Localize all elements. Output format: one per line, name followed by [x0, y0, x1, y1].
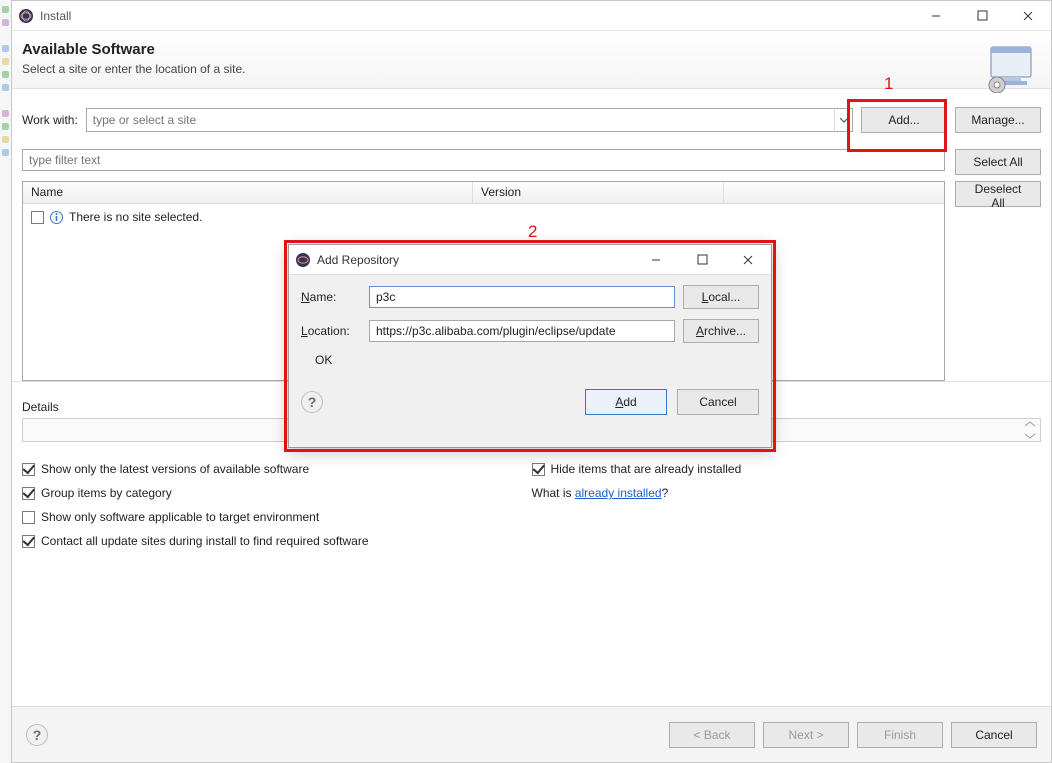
repo-name-input[interactable]: [369, 286, 675, 308]
list-header: Name Version: [23, 182, 944, 204]
info-icon: [50, 211, 63, 224]
row-checkbox[interactable]: [31, 211, 44, 224]
modal-maximize-button[interactable]: [679, 245, 725, 275]
close-button[interactable]: [1005, 1, 1051, 31]
work-with-combo[interactable]: [86, 108, 853, 132]
ide-gutter: [0, 0, 11, 763]
add-site-button[interactable]: Add...: [861, 107, 947, 133]
window-title: Install: [40, 9, 913, 23]
checkbox-icon[interactable]: [22, 511, 35, 524]
cancel-button[interactable]: Cancel: [951, 722, 1037, 748]
repo-location-row: Location: Archive...: [301, 319, 759, 343]
checkbox-icon[interactable]: [22, 535, 35, 548]
manage-sites-button[interactable]: Manage...: [955, 107, 1041, 133]
wizard-image-icon: [985, 45, 1037, 98]
work-with-label: Work with:: [22, 113, 78, 127]
maximize-button[interactable]: [959, 1, 1005, 31]
opt-group-category[interactable]: Group items by category: [22, 486, 532, 500]
eclipse-icon: [18, 8, 34, 24]
repo-name-row: Name: Local...: [301, 285, 759, 309]
opt-latest-versions[interactable]: Show only the latest versions of availab…: [22, 462, 532, 476]
spinner-icon[interactable]: [1022, 420, 1038, 440]
options-section: Show only the latest versions of availab…: [12, 448, 1051, 562]
deselect-all-button[interactable]: Deselect All: [955, 181, 1041, 207]
work-with-input[interactable]: [87, 109, 834, 131]
finish-button[interactable]: Finish: [857, 722, 943, 748]
help-icon[interactable]: ?: [26, 724, 48, 746]
list-empty-text: There is no site selected.: [69, 210, 202, 224]
filter-input[interactable]: [22, 149, 945, 171]
modal-close-button[interactable]: [725, 245, 771, 275]
modal-titlebar: Add Repository: [289, 245, 771, 275]
checkbox-icon[interactable]: [22, 487, 35, 500]
opt-contact-sites[interactable]: Contact all update sites during install …: [22, 534, 532, 548]
options-left: Show only the latest versions of availab…: [22, 462, 532, 548]
page-title: Available Software: [22, 41, 1035, 58]
checkbox-icon[interactable]: [532, 463, 545, 476]
local-button[interactable]: Local...: [683, 285, 759, 309]
whatis-row: What is already installed?: [532, 486, 1042, 500]
opt-target-env[interactable]: Show only software applicable to target …: [22, 510, 532, 524]
header-band: Available Software Select a site or ente…: [12, 31, 1051, 89]
work-with-row: Work with: Add... Manage...: [12, 89, 1051, 143]
modal-title: Add Repository: [317, 253, 633, 267]
modal-status-text: OK: [301, 353, 759, 377]
chevron-down-icon[interactable]: [834, 109, 852, 131]
minimize-button[interactable]: [913, 1, 959, 31]
col-version[interactable]: Version: [473, 182, 724, 203]
list-empty-row: There is no site selected.: [31, 210, 936, 224]
wizard-button-bar: ? < Back Next > Finish Cancel: [12, 706, 1051, 762]
options-right: Hide items that are already installed Wh…: [532, 462, 1042, 548]
modal-minimize-button[interactable]: [633, 245, 679, 275]
repo-location-label: Location:: [301, 324, 361, 338]
repo-location-input[interactable]: [369, 320, 675, 342]
checkbox-icon[interactable]: [22, 463, 35, 476]
eclipse-icon: [295, 252, 311, 268]
already-installed-link[interactable]: already installed: [575, 486, 662, 500]
modal-add-button[interactable]: Add: [585, 389, 667, 415]
select-all-button[interactable]: Select All: [955, 149, 1041, 175]
titlebar: Install: [12, 1, 1051, 31]
next-button[interactable]: Next >: [763, 722, 849, 748]
col-name[interactable]: Name: [23, 182, 473, 203]
page-subtitle: Select a site or enter the location of a…: [22, 62, 1035, 76]
opt-hide-installed[interactable]: Hide items that are already installed: [532, 462, 1042, 476]
filter-row: Select All: [12, 143, 1051, 181]
modal-cancel-button[interactable]: Cancel: [677, 389, 759, 415]
add-repository-dialog: Add Repository Name: Local... Location: …: [288, 244, 772, 448]
modal-button-bar: ? Add Cancel: [289, 383, 771, 425]
back-button[interactable]: < Back: [669, 722, 755, 748]
archive-button[interactable]: Archive...: [683, 319, 759, 343]
help-icon[interactable]: ?: [301, 391, 323, 413]
repo-name-label: Name:: [301, 290, 361, 304]
